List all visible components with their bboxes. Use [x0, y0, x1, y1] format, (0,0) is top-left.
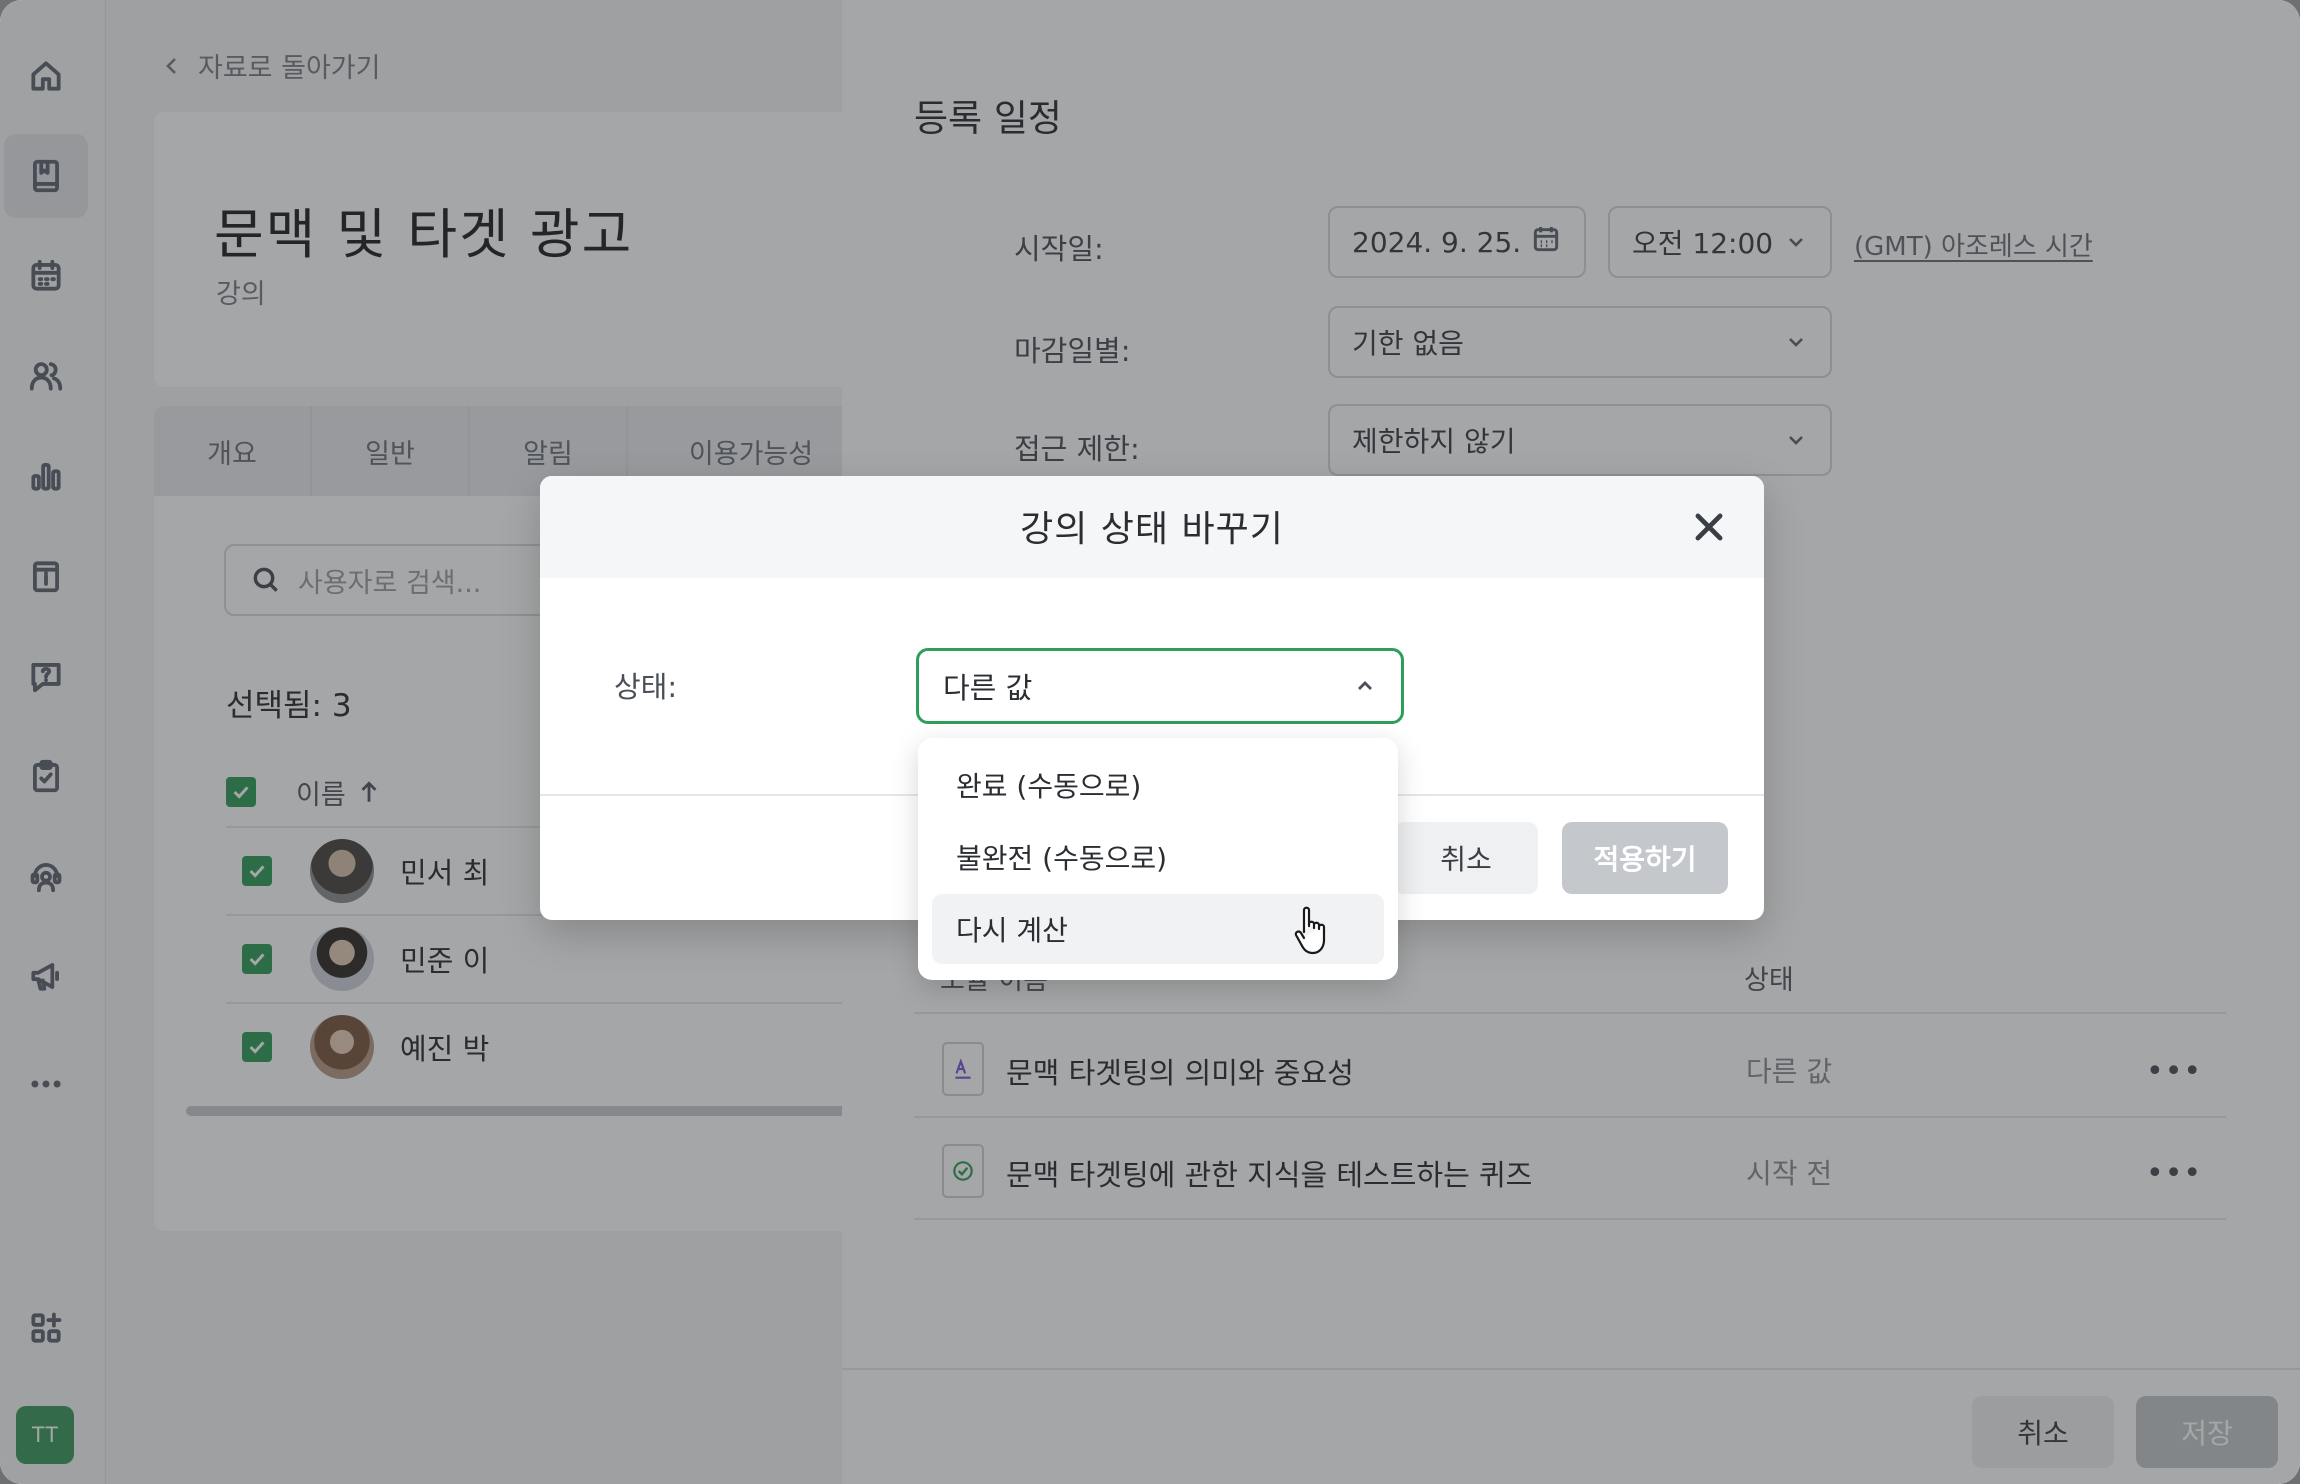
modal-apply-button[interactable]: 적용하기: [1562, 822, 1728, 894]
modal-cancel-button[interactable]: 취소: [1394, 822, 1538, 894]
status-select-value: 다른 값: [943, 671, 1033, 705]
hand-cursor-icon: [1294, 906, 1326, 955]
status-option-complete[interactable]: 완료 (수동으로): [932, 750, 1384, 820]
modal-title: 강의 상태 바꾸기: [1020, 509, 1284, 550]
status-option-incomplete[interactable]: 불완전 (수동으로): [932, 822, 1384, 892]
close-icon[interactable]: [1690, 508, 1728, 546]
status-label: 상태:: [614, 670, 678, 704]
chevron-up-icon: [1358, 681, 1372, 690]
app-window: TT 자료로 돌아가기 문맥 및 타겟 광고 강의 개요 일반 알림 이용가능성…: [0, 0, 2300, 1484]
status-select[interactable]: 다른 값: [916, 648, 1404, 724]
modal-header: 강의 상태 바꾸기: [540, 476, 1764, 578]
